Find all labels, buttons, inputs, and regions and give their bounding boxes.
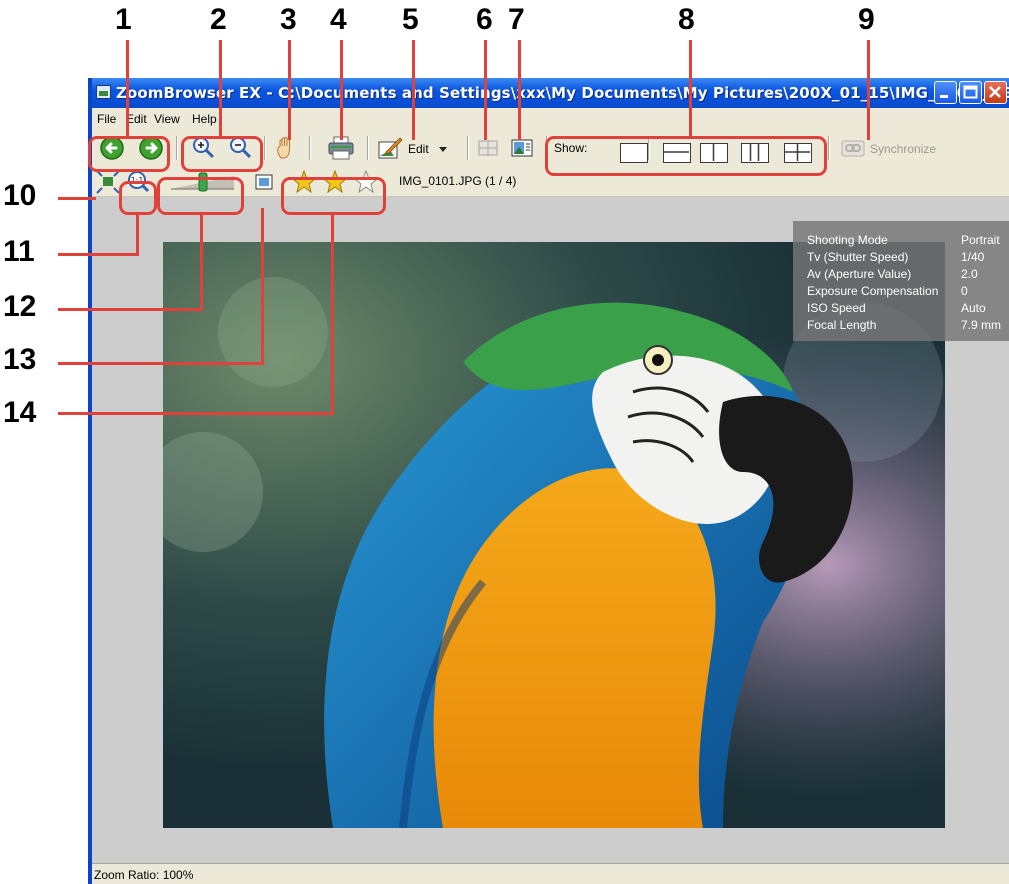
compare-grid-icon [478, 140, 498, 156]
leader-line-10 [58, 197, 96, 200]
callout-box-11 [119, 181, 157, 215]
callout-number-10: 10 [3, 179, 37, 212]
minimize-button[interactable] [934, 81, 957, 104]
full-screen-button[interactable] [250, 168, 278, 196]
callout-number-11: 11 [3, 235, 35, 268]
callout-number-8: 8 [678, 3, 695, 36]
leader-line-13 [58, 362, 264, 365]
leader-line-11-vertical [136, 215, 139, 256]
edit-menu-button[interactable]: Edit [376, 134, 458, 162]
menu-view[interactable]: View [154, 112, 180, 126]
toolbar-separator [176, 136, 178, 160]
leader-line-14 [58, 412, 334, 415]
image-info-button[interactable] [508, 134, 536, 162]
window-title: ZoomBrowser EX - C:\Documents and Settin… [116, 84, 1009, 102]
menu-file[interactable]: File [97, 112, 116, 126]
leader-line-2 [219, 40, 222, 136]
title-bar[interactable]: ZoomBrowser EX - C:\Documents and Settin… [92, 78, 1009, 108]
callout-number-4: 4 [330, 3, 347, 36]
callout-number-1: 1 [115, 3, 132, 36]
image-viewer[interactable]: Shooting Mode Portrait Tv (Shutter Speed)… [92, 197, 1009, 868]
leader-line-11 [58, 253, 139, 256]
menu-help[interactable]: Help [192, 112, 217, 126]
synchronize-button[interactable]: Synchronize [839, 134, 949, 162]
leader-line-7 [518, 40, 521, 140]
callout-number-3: 3 [280, 3, 297, 36]
chevron-down-icon [439, 147, 447, 152]
toolbar-separator [367, 136, 369, 160]
callout-box-14 [281, 177, 386, 215]
leader-line-8 [689, 40, 692, 136]
callout-number-6: 6 [476, 3, 493, 36]
leader-line-4 [340, 40, 343, 140]
callout-box-12 [157, 177, 244, 215]
callout-number-9: 9 [858, 3, 875, 36]
toolbar-separator [264, 136, 266, 160]
hand-icon [277, 136, 290, 159]
shooting-info-panel: Shooting Mode Portrait Tv (Shutter Speed)… [793, 221, 1009, 341]
menu-bar: File Edit View Help [92, 108, 1009, 128]
fit-to-window-button[interactable] [94, 168, 122, 196]
callout-box-1 [88, 136, 170, 172]
callout-number-2: 2 [210, 3, 227, 36]
status-bar: Zoom Ratio: 100% [92, 863, 1009, 884]
image-filename: IMG_0101.JPG (1 / 4) [399, 174, 517, 188]
edit-pen-icon [378, 137, 403, 159]
leader-line-12-vertical [200, 215, 203, 311]
zoom-ratio: Zoom Ratio: 100% [94, 868, 194, 882]
leader-line-6 [484, 40, 487, 140]
close-button[interactable] [984, 81, 1007, 104]
link-chain-icon [841, 140, 865, 157]
compare-images-button[interactable] [474, 134, 502, 162]
image-info-icon [511, 139, 533, 157]
leader-line-14-vertical [331, 215, 334, 415]
leader-line-3 [288, 40, 291, 140]
callout-box-8 [545, 136, 827, 176]
leader-line-13-vertical [261, 208, 264, 365]
callout-number-12: 12 [3, 290, 37, 323]
leader-line-12 [58, 308, 203, 311]
callout-box-2 [181, 136, 263, 172]
toolbar-separator [828, 136, 830, 160]
close-icon [989, 86, 1001, 98]
toolbar-separator [309, 136, 311, 160]
menu-edit[interactable]: Edit [126, 112, 147, 126]
hand-tool-button[interactable] [272, 134, 300, 162]
leader-line-1 [126, 40, 129, 136]
edit-label: Edit [408, 142, 429, 156]
leader-line-5 [412, 40, 415, 140]
maximize-button[interactable] [959, 81, 982, 104]
toolbar-separator [467, 136, 469, 160]
callout-number-13: 13 [3, 343, 37, 376]
minimize-icon [940, 95, 948, 98]
full-screen-icon [255, 174, 273, 190]
app-icon [96, 85, 111, 99]
leader-line-9 [867, 40, 870, 140]
fit-window-icon [96, 170, 120, 194]
callout-number-7: 7 [508, 3, 525, 36]
synchronize-label: Synchronize [870, 142, 937, 156]
callout-number-14: 14 [3, 396, 37, 429]
maximize-icon [963, 85, 978, 99]
callout-number-5: 5 [402, 3, 419, 36]
